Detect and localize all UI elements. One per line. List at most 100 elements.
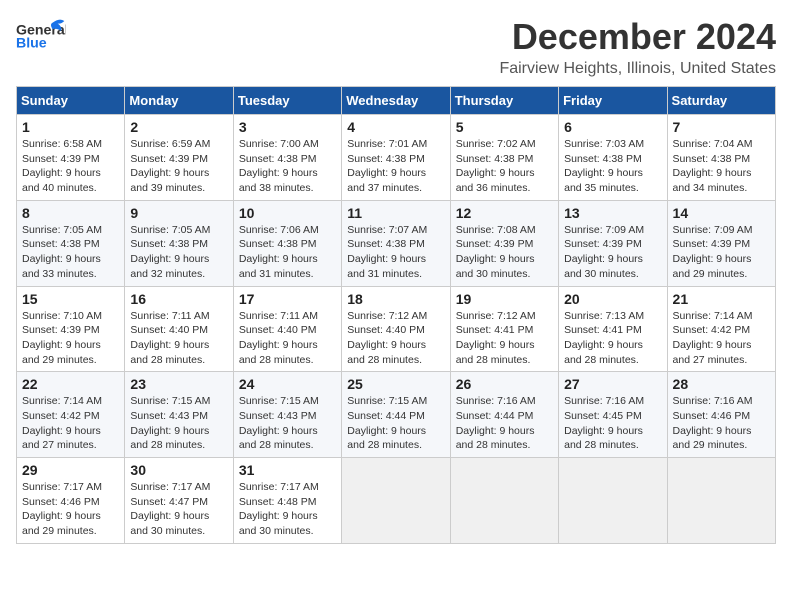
day-info: Sunrise: 7:03 AMSunset: 4:38 PMDaylight:…	[564, 137, 661, 196]
calendar-cell: 8Sunrise: 7:05 AMSunset: 4:38 PMDaylight…	[17, 200, 125, 286]
day-info: Sunrise: 7:06 AMSunset: 4:38 PMDaylight:…	[239, 223, 336, 282]
calendar-cell: 16 Sunrise: 7:11 AMSunset: 4:40 PMDayligh…	[125, 286, 233, 372]
day-number: 4	[347, 119, 444, 135]
calendar-cell: 3Sunrise: 7:00 AMSunset: 4:38 PMDaylight…	[233, 115, 341, 201]
calendar-header-row: Sunday Monday Tuesday Wednesday Thursday…	[17, 87, 776, 115]
col-monday: Monday	[125, 87, 233, 115]
calendar-cell	[667, 458, 775, 544]
calendar-cell: 23 Sunrise: 7:15 AMSunset: 4:43 PMDayligh…	[125, 372, 233, 458]
day-number: 13	[564, 205, 661, 221]
day-number: 1	[22, 119, 119, 135]
col-thursday: Thursday	[450, 87, 558, 115]
calendar-cell: 25 Sunrise: 7:15 AMSunset: 4:44 PMDayligh…	[342, 372, 450, 458]
calendar-cell: 21 Sunrise: 7:14 AMSunset: 4:42 PMDayligh…	[667, 286, 775, 372]
calendar-cell: 24 Sunrise: 7:15 AMSunset: 4:43 PMDayligh…	[233, 372, 341, 458]
calendar-cell: 6 Sunrise: 7:03 AMSunset: 4:38 PMDaylight…	[559, 115, 667, 201]
day-info: Sunrise: 7:16 AMSunset: 4:45 PMDaylight:…	[564, 394, 661, 453]
day-info: Sunrise: 7:05 AMSunset: 4:38 PMDaylight:…	[130, 223, 227, 282]
calendar-cell: 19 Sunrise: 7:12 AMSunset: 4:41 PMDayligh…	[450, 286, 558, 372]
day-number: 8	[22, 205, 119, 221]
calendar-cell: 5Sunrise: 7:02 AMSunset: 4:38 PMDaylight…	[450, 115, 558, 201]
day-info: Sunrise: 7:01 AMSunset: 4:38 PMDaylight:…	[347, 137, 444, 196]
calendar-cell: 7 Sunrise: 7:04 AMSunset: 4:38 PMDaylight…	[667, 115, 775, 201]
calendar-row: 1 Sunrise: 6:58 AMSunset: 4:39 PMDaylight…	[17, 115, 776, 201]
day-number: 19	[456, 291, 553, 307]
day-info: Sunrise: 7:08 AMSunset: 4:39 PMDaylight:…	[456, 223, 553, 282]
day-info: Sunrise: 7:14 AMSunset: 4:42 PMDaylight:…	[673, 309, 770, 368]
calendar-row: 15 Sunrise: 7:10 AMSunset: 4:39 PMDayligh…	[17, 286, 776, 372]
month-title: December 2024	[499, 16, 776, 58]
day-info: Sunrise: 7:10 AMSunset: 4:39 PMDaylight:…	[22, 309, 119, 368]
day-number: 15	[22, 291, 119, 307]
day-info: Sunrise: 7:02 AMSunset: 4:38 PMDaylight:…	[456, 137, 553, 196]
day-info: Sunrise: 6:58 AMSunset: 4:39 PMDaylight:…	[22, 137, 119, 196]
day-number: 22	[22, 376, 119, 392]
calendar-cell: 27Sunrise: 7:16 AMSunset: 4:45 PMDayligh…	[559, 372, 667, 458]
calendar-cell: 20Sunrise: 7:13 AMSunset: 4:41 PMDayligh…	[559, 286, 667, 372]
calendar-cell: 1 Sunrise: 6:58 AMSunset: 4:39 PMDaylight…	[17, 115, 125, 201]
calendar-cell: 11 Sunrise: 7:07 AMSunset: 4:38 PMDayligh…	[342, 200, 450, 286]
day-number: 30	[130, 462, 227, 478]
calendar-row: 8 Sunrise: 7:05 AMSunset: 4:38 PMDaylight…	[17, 200, 776, 286]
calendar-cell: 2 Sunrise: 6:59 AMSunset: 4:39 PMDaylight…	[125, 115, 233, 201]
col-saturday: Saturday	[667, 87, 775, 115]
day-info: Sunrise: 7:12 AMSunset: 4:40 PMDaylight:…	[347, 309, 444, 368]
day-number: 24	[239, 376, 336, 392]
day-info: Sunrise: 7:07 AMSunset: 4:38 PMDaylight:…	[347, 223, 444, 282]
day-info: Sunrise: 7:16 AMSunset: 4:44 PMDaylight:…	[456, 394, 553, 453]
calendar-cell: 18Sunrise: 7:12 AMSunset: 4:40 PMDayligh…	[342, 286, 450, 372]
logo: General Blue	[16, 16, 66, 56]
day-number: 2	[130, 119, 227, 135]
day-info: Sunrise: 7:13 AMSunset: 4:41 PMDaylight:…	[564, 309, 661, 368]
day-info: Sunrise: 7:14 AMSunset: 4:42 PMDaylight:…	[22, 394, 119, 453]
day-number: 17	[239, 291, 336, 307]
day-info: Sunrise: 7:00 AMSunset: 4:38 PMDaylight:…	[239, 137, 336, 196]
day-number: 14	[673, 205, 770, 221]
day-info: Sunrise: 7:15 AMSunset: 4:44 PMDaylight:…	[347, 394, 444, 453]
calendar-cell: 29Sunrise: 7:17 AMSunset: 4:46 PMDayligh…	[17, 458, 125, 544]
calendar-cell	[450, 458, 558, 544]
logo-icon: General Blue	[16, 16, 66, 56]
day-info: Sunrise: 7:04 AMSunset: 4:38 PMDaylight:…	[673, 137, 770, 196]
calendar-table: Sunday Monday Tuesday Wednesday Thursday…	[16, 86, 776, 544]
day-info: Sunrise: 7:15 AMSunset: 4:43 PMDaylight:…	[130, 394, 227, 453]
calendar-cell: 26Sunrise: 7:16 AMSunset: 4:44 PMDayligh…	[450, 372, 558, 458]
day-info: Sunrise: 7:12 AMSunset: 4:41 PMDaylight:…	[456, 309, 553, 368]
calendar-cell: 22 Sunrise: 7:14 AMSunset: 4:42 PMDayligh…	[17, 372, 125, 458]
day-number: 9	[130, 205, 227, 221]
col-wednesday: Wednesday	[342, 87, 450, 115]
location-title: Fairview Heights, Illinois, United State…	[499, 60, 776, 78]
day-number: 7	[673, 119, 770, 135]
calendar-cell: 4 Sunrise: 7:01 AMSunset: 4:38 PMDaylight…	[342, 115, 450, 201]
day-info: Sunrise: 7:15 AMSunset: 4:43 PMDaylight:…	[239, 394, 336, 453]
day-number: 21	[673, 291, 770, 307]
calendar-cell: 28Sunrise: 7:16 AMSunset: 4:46 PMDayligh…	[667, 372, 775, 458]
calendar-row: 29Sunrise: 7:17 AMSunset: 4:46 PMDayligh…	[17, 458, 776, 544]
calendar-cell: 9 Sunrise: 7:05 AMSunset: 4:38 PMDaylight…	[125, 200, 233, 286]
svg-text:Blue: Blue	[16, 36, 47, 52]
calendar-cell: 12 Sunrise: 7:08 AMSunset: 4:39 PMDayligh…	[450, 200, 558, 286]
day-number: 25	[347, 376, 444, 392]
day-number: 11	[347, 205, 444, 221]
page-header: General Blue December 2024 Fairview Heig…	[16, 16, 776, 78]
col-tuesday: Tuesday	[233, 87, 341, 115]
day-number: 12	[456, 205, 553, 221]
col-sunday: Sunday	[17, 87, 125, 115]
title-section: December 2024 Fairview Heights, Illinois…	[499, 16, 776, 78]
day-info: Sunrise: 7:11 AMSunset: 4:40 PMDaylight:…	[130, 309, 227, 368]
calendar-cell	[559, 458, 667, 544]
day-info: Sunrise: 7:09 AMSunset: 4:39 PMDaylight:…	[673, 223, 770, 282]
day-info: Sunrise: 7:09 AMSunset: 4:39 PMDaylight:…	[564, 223, 661, 282]
day-info: Sunrise: 7:17 AMSunset: 4:48 PMDaylight:…	[239, 480, 336, 539]
day-number: 28	[673, 376, 770, 392]
calendar-cell: 30 Sunrise: 7:17 AMSunset: 4:47 PMDayligh…	[125, 458, 233, 544]
calendar-cell: 13 Sunrise: 7:09 AMSunset: 4:39 PMDayligh…	[559, 200, 667, 286]
calendar-row: 22 Sunrise: 7:14 AMSunset: 4:42 PMDayligh…	[17, 372, 776, 458]
day-info: Sunrise: 6:59 AMSunset: 4:39 PMDaylight:…	[130, 137, 227, 196]
calendar-cell	[342, 458, 450, 544]
col-friday: Friday	[559, 87, 667, 115]
day-info: Sunrise: 7:17 AMSunset: 4:47 PMDaylight:…	[130, 480, 227, 539]
day-number: 23	[130, 376, 227, 392]
day-number: 6	[564, 119, 661, 135]
day-number: 16	[130, 291, 227, 307]
